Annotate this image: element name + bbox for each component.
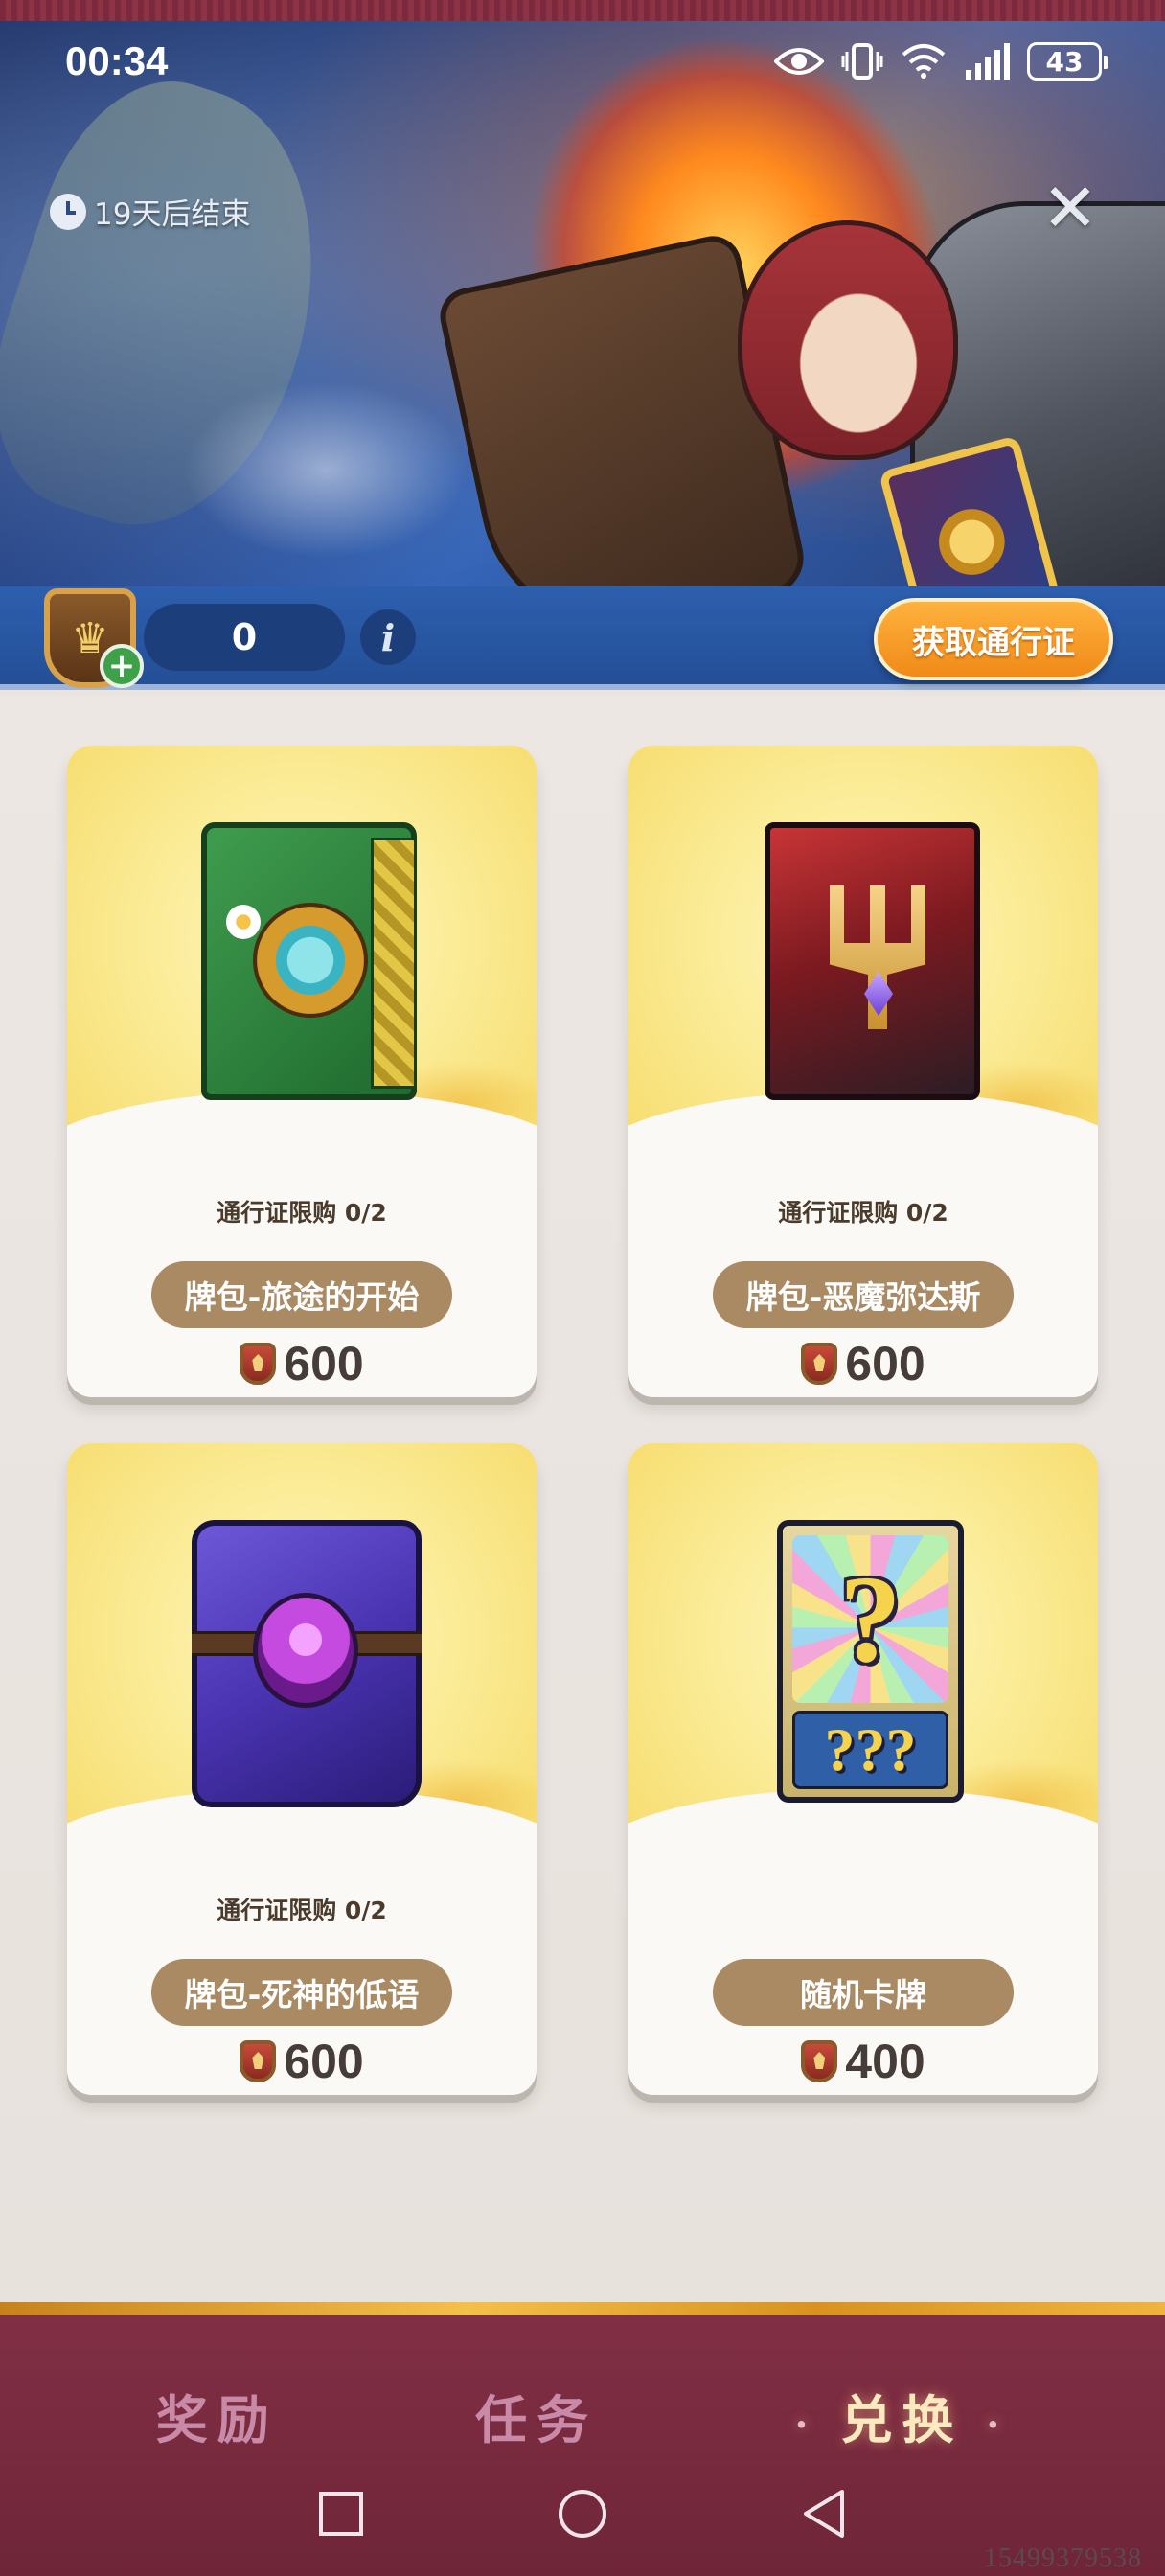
recent-apps-icon[interactable] (317, 2490, 365, 2538)
get-pass-button[interactable]: 获取通行证 (874, 598, 1113, 680)
purchase-limit: 通行证限购 0/2 (217, 1897, 387, 1924)
item-name: 随机卡牌 (713, 1959, 1014, 2026)
item-name: 牌包-旅途的开始 (151, 1261, 452, 1328)
green-card-pack-icon (201, 822, 417, 1100)
item-name: 牌包-死神的低语 (151, 1959, 452, 2026)
item-price: 600 (67, 1330, 537, 1397)
currency-icon (240, 2040, 277, 2082)
currency-icon (240, 1343, 277, 1385)
banner-top-border (0, 0, 1165, 21)
back-icon[interactable] (800, 2488, 848, 2540)
item-price: 600 (628, 1330, 1098, 1397)
price-value: 400 (845, 2035, 925, 2088)
price-value: 600 (284, 2035, 364, 2088)
status-time: 00:34 (65, 38, 169, 83)
tab-tasks[interactable]: 任务 (475, 2378, 598, 2453)
purchase-limit: 通行证限购 0/2 (217, 1199, 387, 1227)
question-mark: ? (792, 1535, 948, 1703)
watermark: 15499379538 (984, 2543, 1142, 2573)
random-card-icon: ? ??? (777, 1520, 964, 1803)
nav-gold-border (0, 2302, 1165, 2315)
home-icon[interactable] (557, 2488, 608, 2540)
clock-icon (50, 193, 86, 230)
purple-card-pack-icon (192, 1520, 422, 1807)
shop-item-card[interactable]: 通行证限购 0/2 牌包-死神的低语 600 (67, 1443, 537, 2095)
shop-item-card[interactable]: 通行证限购 0/2 牌包-恶魔弥达斯 600 (628, 746, 1098, 1397)
price-value: 600 (284, 1337, 364, 1391)
red-card-pack-icon (765, 822, 980, 1100)
info-button[interactable]: i (360, 610, 416, 665)
status-icons: 43 (774, 42, 1108, 80)
close-button[interactable]: ✕ (1037, 174, 1104, 242)
purchase-limit: 通行证限购 0/2 (778, 1199, 948, 1227)
battery-level: 43 (1045, 45, 1084, 78)
item-price: 400 (628, 2028, 1098, 2095)
currency-icon (801, 1343, 838, 1385)
tab-bar: 奖励 任务 兑换 (0, 2367, 1165, 2463)
eye-icon (774, 48, 824, 75)
currency-icon (801, 2040, 838, 2082)
wifi-icon (902, 44, 946, 79)
points-counter: 0 (144, 604, 345, 671)
vibrate-icon (841, 43, 883, 80)
price-value: 600 (845, 1337, 925, 1391)
status-bar: 00:34 43 (0, 23, 1165, 100)
banner-cloud (172, 374, 479, 565)
item-name: 牌包-恶魔弥达斯 (713, 1261, 1014, 1328)
question-marks: ??? (792, 1711, 948, 1789)
season-timer: 19天后结束 (50, 190, 250, 233)
tab-rewards[interactable]: 奖励 (156, 2378, 279, 2453)
shop-item-card[interactable]: 通行证限购 0/2 牌包-旅途的开始 600 (67, 746, 537, 1397)
tab-exchange[interactable]: 兑换 (795, 2378, 1010, 2453)
battery-icon: 43 (1027, 42, 1108, 80)
add-points-button[interactable]: + (100, 644, 144, 688)
banner-hero (738, 220, 958, 460)
signal-icon (966, 43, 1010, 80)
shop-item-card[interactable]: ? ??? 随机卡牌 400 (628, 1443, 1098, 2095)
item-price: 600 (67, 2028, 537, 2095)
timer-text: 19天后结束 (94, 197, 251, 232)
